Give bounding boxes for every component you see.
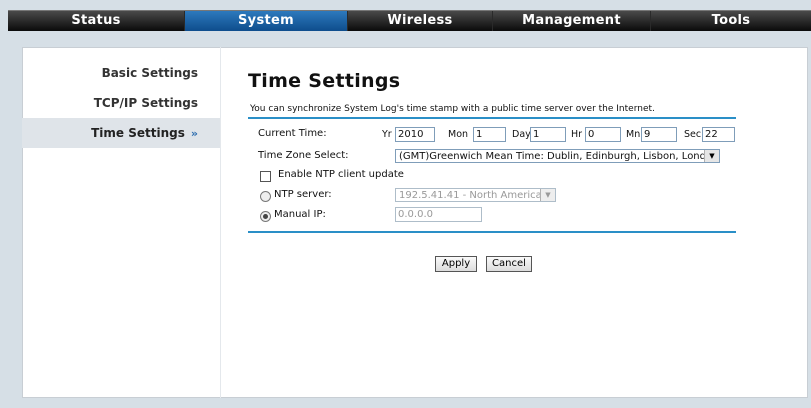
ntp-server-select[interactable]: 192.5.41.41 - North America ▼ (395, 188, 556, 202)
minute-label: Mn (626, 129, 641, 140)
top-nav-area: Status System Wireless Management Tools (0, 0, 811, 35)
enable-ntp-checkbox[interactable] (260, 171, 271, 182)
time-settings-form: Time Settings You can synchronize System… (248, 70, 738, 272)
timezone-label: Time Zone Select: (258, 150, 349, 161)
tab-tools[interactable]: Tools (651, 11, 811, 31)
second-input[interactable]: 22 (702, 127, 735, 142)
ntp-server-label: NTP server: (274, 189, 332, 200)
apply-button[interactable]: Apply (435, 256, 477, 272)
minute-input[interactable]: 9 (641, 127, 677, 142)
month-input[interactable]: 1 (473, 127, 506, 142)
manual-ip-label: Manual IP: (274, 209, 326, 220)
hour-label: Hr (571, 129, 583, 140)
chevron-down-icon: ▼ (540, 189, 555, 201)
timezone-value: (GMT)Greenwich Mean Time: Dublin, Edinbu… (399, 151, 719, 162)
ntp-server-value: 192.5.41.41 - North America (399, 190, 542, 201)
sidebar-item-tcpip-settings[interactable]: TCP/IP Settings (22, 88, 220, 118)
tab-wireless[interactable]: Wireless (348, 11, 493, 31)
main-tab-bar: Status System Wireless Management Tools (8, 10, 811, 31)
manual-ip-input[interactable]: 0.0.0.0 (395, 207, 482, 222)
section-divider-top (248, 117, 736, 119)
sidebar-item-time-settings[interactable]: Time Settings » (22, 118, 220, 148)
cancel-button[interactable]: Cancel (486, 256, 532, 272)
tab-system[interactable]: System (185, 11, 348, 31)
chevron-down-icon: ▼ (704, 150, 719, 162)
timezone-select[interactable]: (GMT)Greenwich Mean Time: Dublin, Edinbu… (395, 149, 720, 163)
tab-management[interactable]: Management (493, 11, 651, 31)
ntp-server-radio[interactable] (260, 191, 271, 202)
day-label: Day (512, 129, 531, 140)
double-chevron-right-icon: » (190, 127, 198, 140)
year-input[interactable]: 2010 (395, 127, 435, 142)
sidebar-item-label: Time Settings (91, 126, 185, 140)
sidebar-divider (220, 47, 221, 398)
current-time-label: Current Time: (258, 128, 327, 139)
day-input[interactable]: 1 (530, 127, 566, 142)
tab-status[interactable]: Status (8, 11, 185, 31)
manual-ip-radio[interactable] (260, 211, 271, 222)
hour-input[interactable]: 0 (585, 127, 621, 142)
sidebar: Basic Settings TCP/IP Settings Time Sett… (22, 58, 220, 148)
year-label: Yr (382, 129, 392, 140)
month-label: Mon (448, 129, 469, 140)
page-description: You can synchronize System Log's time st… (250, 104, 655, 114)
second-label: Sec (684, 129, 702, 140)
enable-ntp-label: Enable NTP client update (278, 169, 404, 180)
page-title: Time Settings (248, 70, 401, 92)
section-divider-bottom (248, 231, 736, 233)
sidebar-item-basic-settings[interactable]: Basic Settings (22, 58, 220, 88)
